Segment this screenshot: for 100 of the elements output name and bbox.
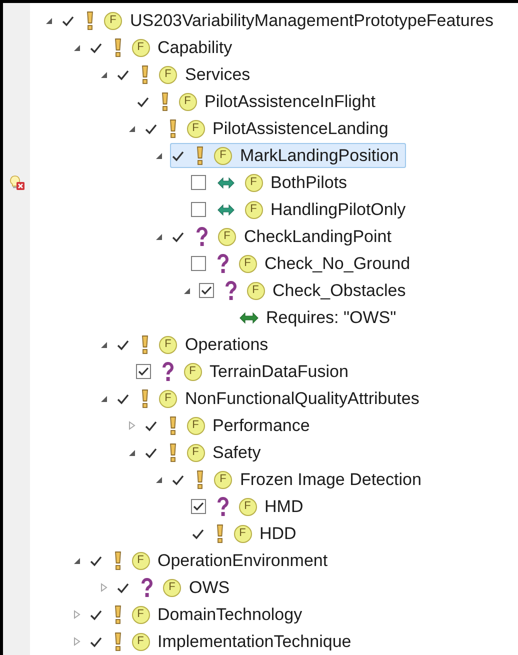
feature-icon: F bbox=[132, 38, 150, 56]
exclamation-icon bbox=[114, 38, 122, 58]
feature-icon: F bbox=[214, 470, 232, 488]
tree-item-label[interactable]: ImplementationTechnique bbox=[158, 633, 352, 650]
check-icon[interactable] bbox=[171, 148, 185, 162]
feature-icon: F bbox=[238, 254, 256, 272]
feature-icon: F bbox=[178, 92, 196, 110]
check-icon[interactable] bbox=[88, 634, 102, 648]
tree-item-label[interactable]: CheckLandingPoint bbox=[244, 228, 392, 245]
expanded-arrow-icon[interactable] bbox=[155, 476, 163, 484]
expanded-arrow-icon[interactable] bbox=[100, 340, 108, 348]
check-icon[interactable] bbox=[116, 338, 130, 352]
exclamation-icon bbox=[196, 470, 204, 490]
feature-icon: F bbox=[163, 578, 181, 596]
tree-item-label[interactable]: OperationEnvironment bbox=[158, 552, 328, 569]
expanded-arrow-icon[interactable] bbox=[155, 232, 163, 240]
check-icon[interactable] bbox=[116, 580, 130, 594]
tree-item-label[interactable]: Requires: "OWS" bbox=[266, 309, 396, 326]
tree-item-label[interactable]: PilotAssistenceInFlight bbox=[204, 93, 376, 110]
feature-icon: F bbox=[132, 552, 150, 570]
feature-icon: F bbox=[234, 524, 252, 542]
tree-item-label[interactable]: Services bbox=[185, 66, 250, 83]
tree-item-label[interactable]: MarkLandingPosition bbox=[240, 147, 399, 164]
double-arrow-icon bbox=[239, 312, 259, 324]
tree-item-label[interactable]: US203VariabilityManagementPrototypeFeatures bbox=[130, 12, 494, 29]
check-icon[interactable] bbox=[88, 554, 102, 568]
tree-item-label[interactable]: BothPilots bbox=[270, 174, 348, 191]
question-mark-icon bbox=[224, 280, 236, 300]
check-icon[interactable] bbox=[171, 230, 185, 244]
check-icon[interactable] bbox=[144, 418, 158, 432]
check-icon[interactable] bbox=[136, 94, 150, 108]
feature-icon: F bbox=[159, 336, 177, 354]
exclamation-icon bbox=[168, 416, 176, 436]
tree-item-label[interactable]: Check_Obstacles bbox=[272, 282, 406, 299]
exclamation-icon bbox=[141, 388, 149, 408]
feature-icon: F bbox=[186, 416, 204, 434]
feature-icon: F bbox=[186, 444, 204, 462]
expanded-arrow-icon[interactable] bbox=[155, 152, 163, 160]
feature-icon: F bbox=[186, 120, 204, 138]
question-mark-icon bbox=[216, 496, 228, 516]
check-icon[interactable] bbox=[116, 68, 130, 82]
expanded-arrow-icon[interactable] bbox=[72, 556, 80, 564]
check-icon[interactable] bbox=[116, 392, 130, 406]
feature-icon: F bbox=[214, 146, 232, 164]
expanded-arrow-icon[interactable] bbox=[100, 70, 108, 78]
check-icon[interactable] bbox=[171, 472, 185, 486]
tree-item-label[interactable]: Performance bbox=[212, 417, 310, 434]
check-icon[interactable] bbox=[61, 14, 75, 28]
tree-item-label[interactable]: NonFunctionalQualityAttributes bbox=[185, 390, 420, 407]
feature-icon: F bbox=[132, 632, 150, 650]
feature-icon: F bbox=[246, 282, 264, 300]
exclamation-icon bbox=[141, 334, 149, 354]
tree-item-label[interactable]: HMD bbox=[264, 498, 304, 515]
expanded-arrow-icon[interactable] bbox=[128, 124, 136, 132]
feature-icon: F bbox=[104, 12, 122, 30]
exclamation-icon bbox=[168, 118, 176, 138]
check-icon[interactable] bbox=[88, 40, 102, 54]
tree-item-label[interactable]: DomainTechnology bbox=[158, 606, 302, 623]
question-mark-icon bbox=[196, 226, 208, 246]
exclamation-icon bbox=[141, 64, 149, 84]
tree-item-label[interactable]: Check_No_Ground bbox=[264, 255, 410, 272]
feature-icon: F bbox=[159, 66, 177, 84]
feature-icon: F bbox=[159, 390, 177, 408]
checkbox[interactable] bbox=[190, 499, 206, 514]
check-icon[interactable] bbox=[88, 608, 102, 622]
check-icon[interactable] bbox=[144, 122, 158, 136]
expanded-arrow-icon[interactable] bbox=[45, 16, 53, 24]
tree-item-label[interactable]: Safety bbox=[212, 444, 261, 461]
question-mark-icon bbox=[162, 362, 174, 382]
expanded-arrow-icon[interactable] bbox=[128, 448, 136, 456]
tree-item-label[interactable]: HDD bbox=[260, 525, 296, 542]
tree-item-label[interactable]: Operations bbox=[185, 336, 268, 353]
exclamation-icon bbox=[114, 604, 122, 624]
tree-item-label[interactable]: PilotAssistenceLanding bbox=[212, 120, 388, 137]
check-icon[interactable] bbox=[144, 446, 158, 460]
exclamation-icon bbox=[168, 442, 176, 462]
bulb-error-icon[interactable] bbox=[8, 174, 24, 190]
tree-item-label[interactable]: Capability bbox=[158, 39, 232, 56]
expanded-arrow-icon[interactable] bbox=[100, 394, 108, 402]
tree-item-label[interactable]: Frozen Image Detection bbox=[240, 471, 422, 488]
tree-item-label[interactable]: HandlingPilotOnly bbox=[270, 201, 406, 218]
checkbox[interactable] bbox=[136, 364, 150, 379]
feature-icon: F bbox=[218, 228, 236, 246]
check-icon[interactable] bbox=[190, 526, 204, 540]
exclamation-icon bbox=[196, 146, 204, 166]
expanded-arrow-icon[interactable] bbox=[72, 44, 80, 52]
double-arrow-icon bbox=[216, 204, 234, 216]
checkbox[interactable] bbox=[198, 283, 214, 298]
exclamation-icon bbox=[114, 632, 122, 652]
tree-item-label[interactable]: OWS bbox=[189, 579, 230, 596]
exclamation-icon bbox=[216, 524, 224, 544]
feature-icon: F bbox=[244, 200, 262, 218]
question-mark-icon bbox=[141, 578, 153, 598]
exclamation-icon bbox=[160, 92, 168, 112]
exclamation-icon bbox=[86, 10, 94, 30]
checkbox[interactable] bbox=[190, 256, 206, 271]
tree-item-label[interactable]: TerrainDataFusion bbox=[210, 363, 348, 380]
checkbox[interactable] bbox=[190, 175, 206, 190]
checkbox[interactable] bbox=[190, 202, 206, 217]
expanded-arrow-icon[interactable] bbox=[182, 286, 190, 294]
